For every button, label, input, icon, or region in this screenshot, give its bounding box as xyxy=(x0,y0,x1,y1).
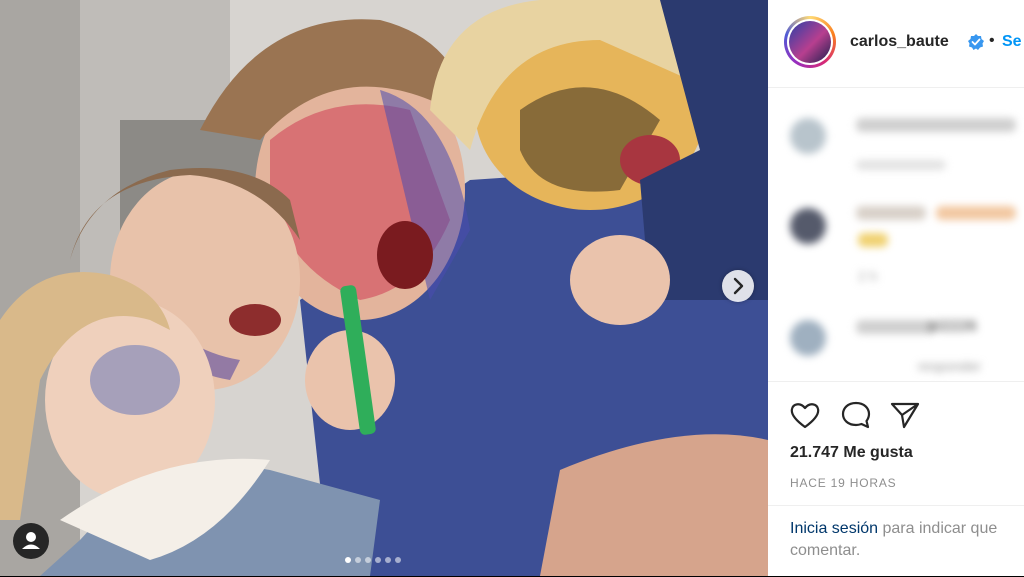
user-icon xyxy=(22,532,40,549)
comment-icon[interactable] xyxy=(840,400,872,430)
chevron-right-icon xyxy=(733,277,744,295)
post-timestamp[interactable]: HACE 19 HORAS xyxy=(790,476,896,490)
login-link[interactable]: Inicia sesión xyxy=(790,520,878,537)
carousel-dot xyxy=(365,557,371,563)
tagged-users-button[interactable] xyxy=(13,523,49,559)
share-icon[interactable] xyxy=(890,401,920,429)
post-header: carlos_baute • Se xyxy=(768,0,1024,88)
comment-meta xyxy=(856,160,946,170)
follow-button[interactable]: Se xyxy=(1002,33,1022,51)
likes-count[interactable]: 21.747 Me gusta xyxy=(790,444,913,462)
carousel-dot xyxy=(345,557,351,563)
comment-avatar xyxy=(790,118,826,154)
carousel-dot xyxy=(395,557,401,563)
reply-link: responder xyxy=(918,358,982,374)
login-prompt-text: para indicar que xyxy=(878,520,998,537)
comment-text xyxy=(856,320,936,334)
avatar[interactable] xyxy=(784,16,836,68)
post-photo[interactable] xyxy=(0,0,768,576)
login-prompt-text-line2: comentar. xyxy=(790,542,861,559)
comment-avatar xyxy=(790,320,826,356)
photo-illustration xyxy=(0,0,768,576)
comment-time: 2 h xyxy=(858,268,878,284)
carousel-dot xyxy=(355,557,361,563)
heart-icon[interactable] xyxy=(790,401,820,429)
post-side-panel: carlos_baute • Se 2 h el2226 responder 2… xyxy=(768,0,1024,576)
comment-emoji xyxy=(858,233,888,247)
carousel-dot xyxy=(375,557,381,563)
carousel-dot xyxy=(385,557,391,563)
actions-divider xyxy=(768,381,1024,383)
carousel-indicator xyxy=(345,550,405,563)
username-link[interactable]: carlos_baute xyxy=(850,33,949,51)
verified-badge-icon xyxy=(968,34,984,50)
comment-text xyxy=(936,206,1016,220)
comment-text xyxy=(856,118,1016,132)
header-separator: • xyxy=(989,32,995,49)
login-prompt: Inicia sesión para indicar que comentar. xyxy=(790,518,1024,562)
comment-username: el2226 xyxy=(928,318,977,335)
comment-text xyxy=(856,206,926,220)
comments-list: 2 h el2226 responder xyxy=(768,88,1024,381)
next-slide-button[interactable] xyxy=(722,270,754,302)
comment-avatar xyxy=(790,208,826,244)
